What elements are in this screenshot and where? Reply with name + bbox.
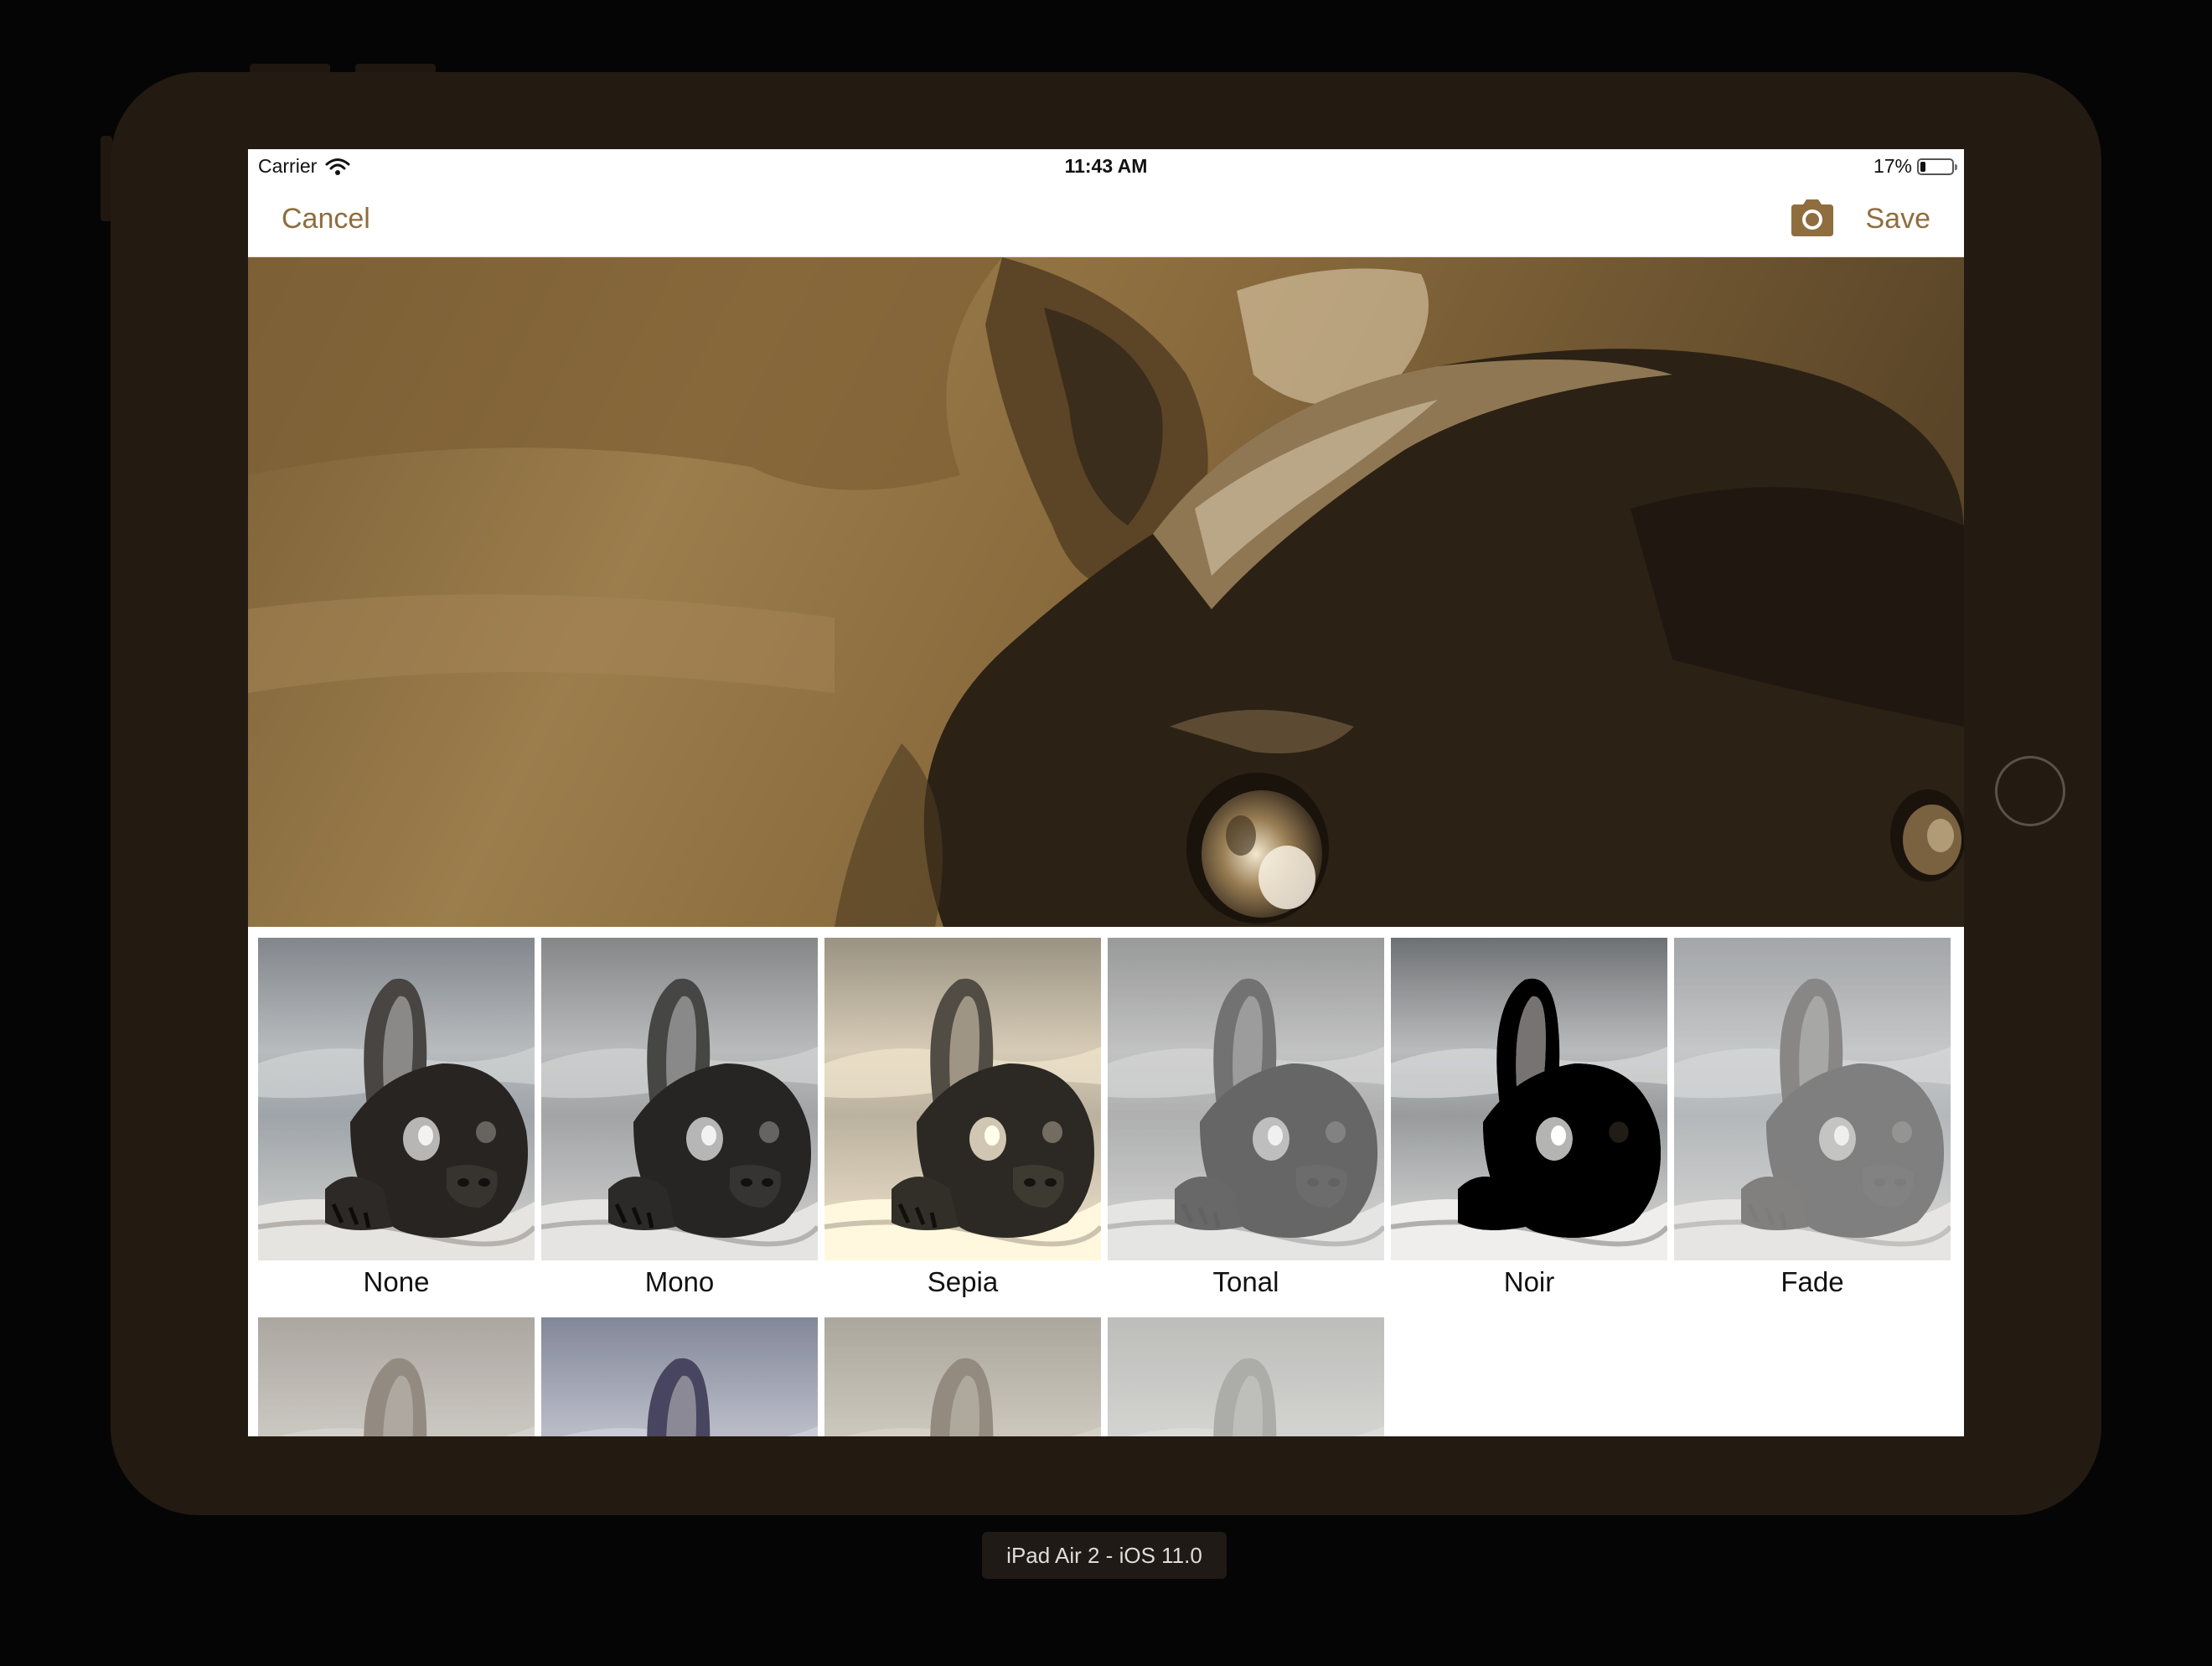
filter-cell-none[interactable]: None [258,938,535,1299]
filter-label: Sepia [927,1266,999,1297]
battery-indicator: 17% [1873,155,1957,178]
battery-level-fill [1920,161,1925,172]
filter-cell-tonal[interactable]: Tonal [1108,938,1384,1299]
filter-label: Mono [644,1266,715,1297]
filter-thumbnail [541,938,818,1260]
filter-thumbnail [1391,938,1667,1260]
filter-cell-instant[interactable] [1108,1317,1384,1436]
filter-label: Tonal [1212,1266,1279,1297]
filter-label: Noir [1503,1266,1555,1297]
filter-cell-fade[interactable]: Fade [1674,938,1951,1299]
filter-cell-sepia[interactable]: Sepia [824,938,1101,1299]
navigation-bar: Cancel Save [248,183,1964,257]
home-button[interactable] [1995,756,2065,826]
photo-preview [248,257,1964,927]
device-caption: iPad Air 2 - iOS 11.0 [982,1532,1227,1579]
battery-percent: 17% [1873,155,1912,177]
filter-thumbnail [258,1317,535,1436]
filtered-photo [248,257,1964,927]
filter-thumbnail [1108,938,1384,1260]
filter-thumbnail [258,938,535,1260]
filter-cell-chrome[interactable] [258,1317,535,1436]
cancel-button[interactable]: Cancel [282,203,370,235]
filter-cell-transfer[interactable] [824,1317,1101,1436]
filter-thumbnail [824,938,1101,1260]
status-bar: Carrier 11:43 AM 17% [248,149,1964,183]
filter-cell-mono[interactable]: Mono [541,938,818,1299]
filter-collection: None Mono Sepia Tonal Noir Fade [248,927,1964,1436]
filter-thumbnail [1674,938,1951,1260]
filter-cell-process[interactable] [541,1317,818,1436]
save-button[interactable]: Save [1866,203,1931,235]
status-time: 11:43 AM [1064,155,1148,177]
filter-thumbnail [1108,1317,1384,1436]
app-screen: Carrier 11:43 AM 17% Cancel Save None Mo… [248,149,1964,1436]
battery-icon [1917,158,1957,175]
filter-label: Fade [1780,1266,1844,1297]
filter-cell-noir[interactable]: Noir [1391,938,1667,1299]
filter-thumbnail [824,1317,1101,1436]
filter-label: None [363,1266,430,1297]
filter-thumbnail [541,1317,818,1436]
camera-icon[interactable] [1788,196,1837,238]
simulator-stage: Carrier 11:43 AM 17% Cancel Save None Mo… [0,0,2212,1666]
